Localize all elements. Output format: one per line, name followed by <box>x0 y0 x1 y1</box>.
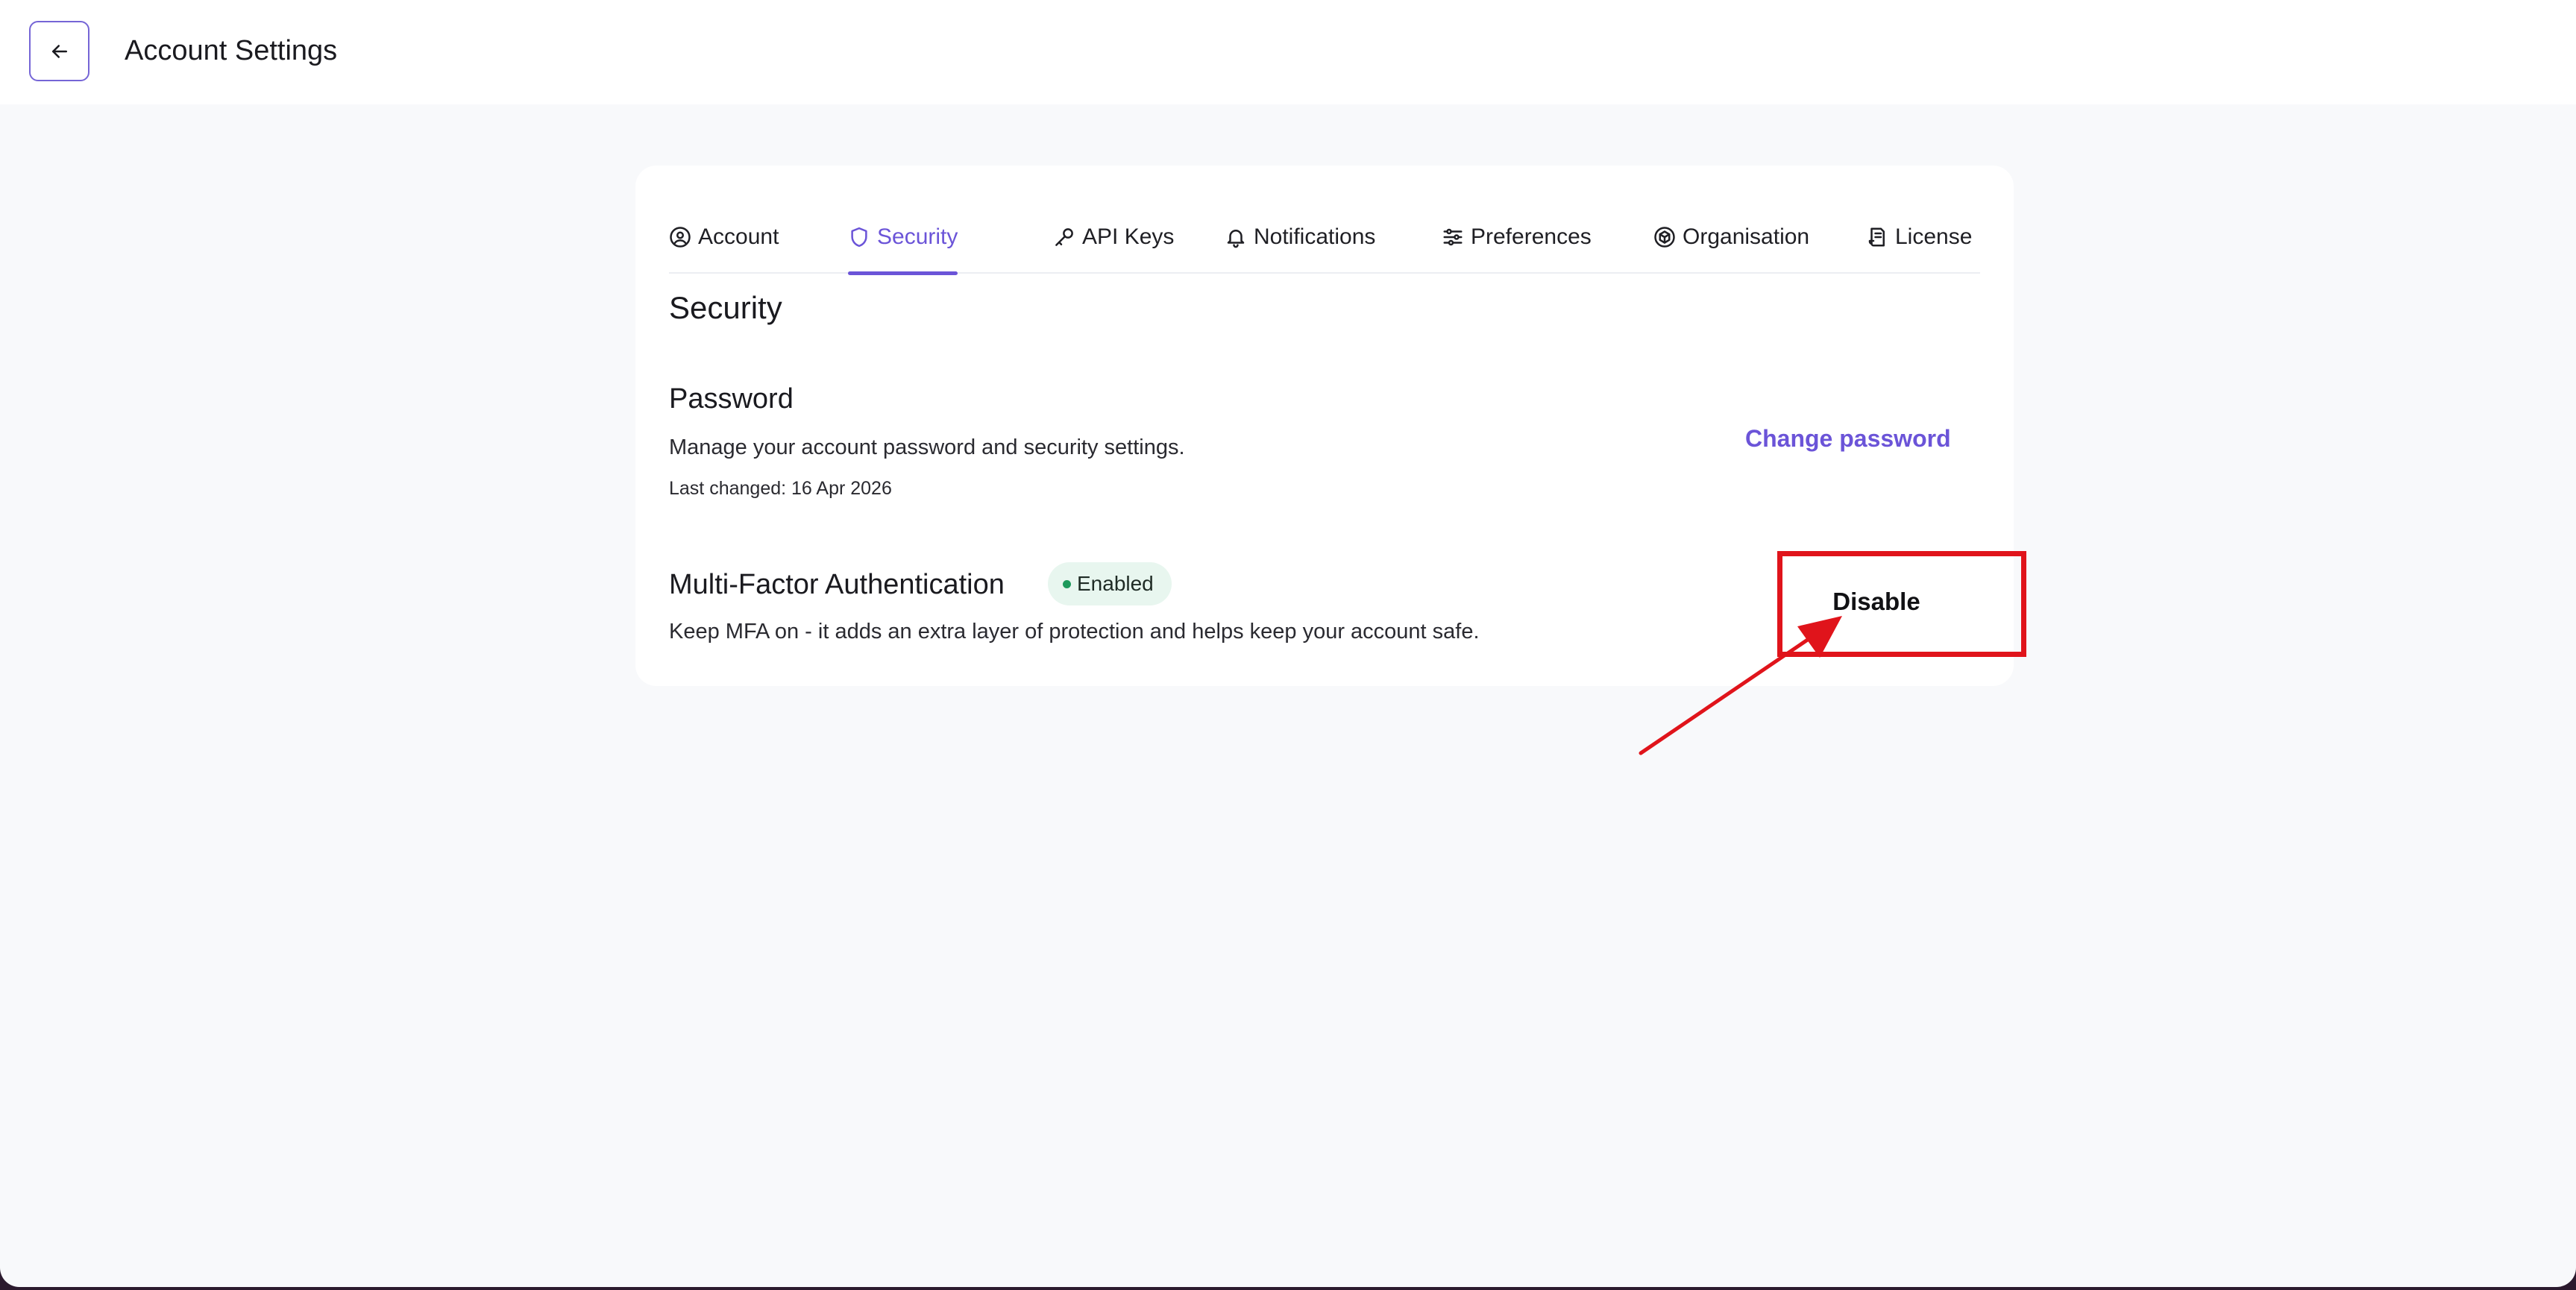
document-icon <box>1868 227 1885 247</box>
cube-icon <box>1654 227 1675 248</box>
password-description: Manage your account password and securit… <box>669 435 1185 459</box>
arrow-left-icon <box>51 44 67 58</box>
tab-organisation[interactable]: Organisation <box>1653 201 1809 274</box>
tab-label: Preferences <box>1471 224 1592 249</box>
tab-account[interactable]: Account <box>669 201 779 274</box>
settings-tabs: Account Security API Keys Notifications … <box>669 201 1980 275</box>
shield-icon <box>851 227 867 248</box>
tab-preferences[interactable]: Preferences <box>1442 201 1592 274</box>
tab-security[interactable]: Security <box>848 201 958 275</box>
section-title: Security <box>669 290 782 325</box>
annotation-highlight-box <box>1777 551 2026 657</box>
app-window: Account Settings Account Security API Ke… <box>0 0 2576 1287</box>
user-circle-icon <box>670 227 691 248</box>
password-last-changed: Last changed: 16 Apr 2026 <box>669 478 892 499</box>
tab-api-keys[interactable]: API Keys <box>1053 201 1174 274</box>
tab-license[interactable]: License <box>1866 201 1972 274</box>
top-bar: Account Settings <box>0 0 2576 104</box>
status-badge: Enabled <box>1048 562 1172 605</box>
sliders-icon <box>1443 228 1463 246</box>
bell-icon <box>1227 230 1245 248</box>
mfa-title: Multi-Factor Authentication <box>669 569 1005 600</box>
key-icon <box>1055 228 1073 246</box>
tab-label: Account <box>698 224 779 249</box>
tab-notifications[interactable]: Notifications <box>1225 201 1375 274</box>
tab-label: API Keys <box>1082 224 1175 249</box>
tab-label: Organisation <box>1683 224 1810 249</box>
tab-label: License <box>1895 224 1973 249</box>
tab-label: Notifications <box>1254 224 1376 249</box>
status-badge-label: Enabled <box>1077 572 1154 595</box>
password-title: Password <box>669 383 794 415</box>
status-dot-icon <box>1063 579 1071 588</box>
active-tab-indicator <box>848 271 958 275</box>
tab-label: Security <box>877 224 958 249</box>
back-button[interactable] <box>29 21 89 81</box>
change-password-button[interactable]: Change password <box>1745 422 1951 455</box>
page-title: Account Settings <box>125 35 338 66</box>
mfa-description: Keep MFA on - it adds an extra layer of … <box>669 620 1480 644</box>
